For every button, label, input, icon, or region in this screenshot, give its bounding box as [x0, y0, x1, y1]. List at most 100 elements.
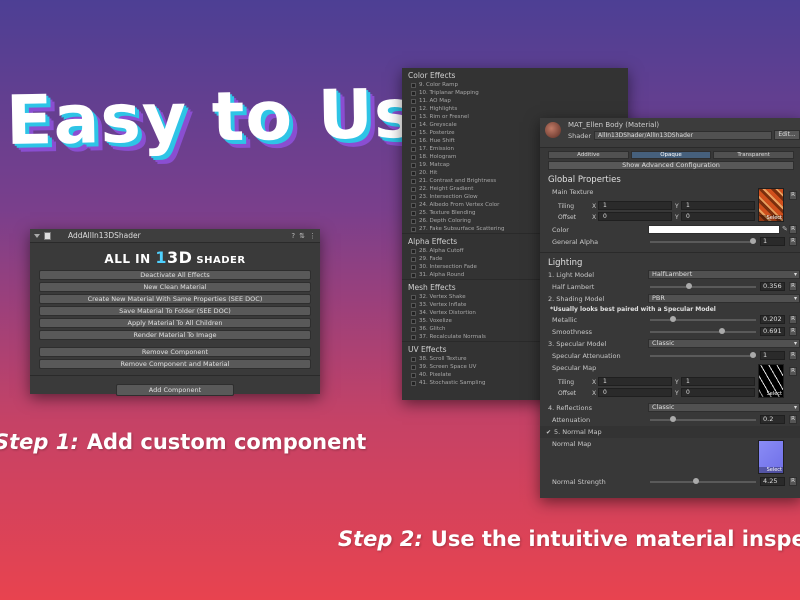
effect-checkbox[interactable] — [411, 162, 416, 168]
edit-shader-button[interactable]: Edit... — [774, 130, 800, 140]
remove-component-and-material-button[interactable]: Remove Component and Material — [39, 359, 311, 369]
light-model-dropdown[interactable]: HalfLambert — [648, 270, 800, 279]
reflections-dropdown[interactable]: Classic — [648, 403, 800, 412]
help-icon[interactable]: ? — [291, 232, 295, 240]
remove-component-button[interactable]: Remove Component — [39, 347, 311, 357]
effect-checkbox[interactable] — [411, 248, 416, 254]
effect-checkbox[interactable] — [411, 186, 416, 192]
main-texture-reset-button[interactable]: R — [789, 191, 797, 200]
general-alpha-slider[interactable] — [650, 238, 756, 244]
color-effects-heading[interactable]: Color Effects — [402, 68, 628, 81]
slider-knob[interactable] — [750, 352, 756, 358]
spec-tiling-y-field[interactable]: 1 — [681, 377, 755, 386]
specular-attenuation-slider[interactable] — [650, 352, 756, 358]
preset-icon[interactable]: ⇅ — [299, 232, 305, 240]
slider-knob[interactable] — [670, 416, 676, 422]
effect-checkbox[interactable] — [411, 256, 416, 262]
effect-checkbox[interactable] — [411, 210, 416, 216]
apply-material-to-all-children-button[interactable]: Apply Material To All Children — [39, 318, 311, 328]
effect-item[interactable]: 11. AO Map — [402, 97, 628, 105]
foldout-arrow-icon[interactable] — [34, 233, 40, 238]
general-alpha-field[interactable]: 1 — [760, 237, 785, 246]
effect-checkbox[interactable] — [411, 294, 416, 300]
metallic-field[interactable]: 0.202 — [760, 315, 785, 324]
slider-knob[interactable] — [670, 316, 677, 322]
shading-model-dropdown[interactable]: PBR — [648, 294, 800, 303]
effect-checkbox[interactable] — [411, 318, 416, 324]
effect-checkbox[interactable] — [411, 138, 416, 144]
effect-checkbox[interactable] — [411, 326, 416, 332]
specular-attenuation-field[interactable]: 1 — [760, 351, 785, 360]
slider-knob[interactable] — [750, 238, 756, 244]
new-clean-material-button[interactable]: New Clean Material — [39, 282, 311, 292]
tiling-y-field[interactable]: 1 — [681, 201, 755, 210]
advanced-config-button[interactable]: Show Advanced Configuration — [548, 161, 794, 170]
effect-item[interactable]: 9. Color Ramp — [402, 81, 628, 89]
metallic-reset-button[interactable]: R — [789, 315, 797, 324]
normal-map-toggle[interactable]: 5. Normal Map — [546, 428, 602, 436]
render-material-to-image-button[interactable]: Render Material To Image — [39, 330, 311, 340]
effect-checkbox[interactable] — [411, 98, 416, 104]
specular-map-reset-button[interactable]: R — [789, 367, 797, 376]
slider-knob[interactable] — [719, 328, 726, 334]
spec-tiling-x-field[interactable]: 1 — [598, 377, 672, 386]
effect-checkbox[interactable] — [411, 130, 416, 136]
mode-transparent-button[interactable]: Transparent — [713, 151, 795, 159]
mode-additive-button[interactable]: Additive — [548, 151, 629, 159]
smoothness-slider[interactable] — [650, 328, 756, 334]
effect-checkbox[interactable] — [411, 82, 416, 88]
effect-checkbox[interactable] — [411, 90, 416, 96]
effect-checkbox[interactable] — [411, 170, 416, 176]
slider-knob[interactable] — [692, 478, 699, 484]
specular-model-dropdown[interactable]: Classic — [648, 339, 800, 348]
effect-checkbox[interactable] — [411, 364, 416, 370]
half-lambert-slider[interactable] — [650, 283, 756, 289]
normal-map-toggle-row[interactable]: 5. Normal Map — [540, 426, 800, 438]
effect-checkbox[interactable] — [411, 264, 416, 270]
effect-checkbox[interactable] — [411, 146, 416, 152]
deactivate-all-effects-button[interactable]: Deactivate All Effects — [39, 270, 311, 280]
effect-checkbox[interactable] — [411, 226, 416, 232]
smoothness-field[interactable]: 0.691 — [760, 327, 785, 336]
effect-checkbox[interactable] — [411, 372, 416, 378]
attenuation-reset-button[interactable]: R — [789, 415, 797, 424]
effect-checkbox[interactable] — [411, 154, 416, 160]
effect-item[interactable]: 10. Triplanar Mapping — [402, 89, 628, 97]
add-component-button[interactable]: Add Component — [116, 384, 234, 396]
effect-checkbox[interactable] — [411, 310, 416, 316]
smoothness-reset-button[interactable]: R — [789, 327, 797, 336]
normal-strength-slider[interactable] — [650, 478, 756, 484]
effect-checkbox[interactable] — [411, 302, 416, 308]
effect-checkbox[interactable] — [411, 380, 416, 386]
normal-strength-field[interactable]: 4.25 — [760, 477, 785, 486]
effect-checkbox[interactable] — [411, 122, 416, 128]
tiling-x-field[interactable]: 1 — [598, 201, 672, 210]
effect-checkbox[interactable] — [411, 194, 416, 200]
normal-strength-reset-button[interactable]: R — [789, 477, 797, 486]
offset-y-field[interactable]: 0 — [681, 212, 755, 221]
effect-checkbox[interactable] — [411, 272, 416, 278]
color-field[interactable] — [648, 225, 780, 234]
half-lambert-reset-button[interactable]: R — [789, 282, 797, 291]
half-lambert-field[interactable]: 0.356 — [760, 282, 785, 291]
effect-item[interactable]: 12. Highlights — [402, 105, 628, 113]
spec-offset-x-field[interactable]: 0 — [598, 388, 672, 397]
metallic-slider[interactable] — [650, 316, 756, 322]
attenuation-field[interactable]: 0.2 — [760, 415, 785, 424]
effect-checkbox[interactable] — [411, 334, 416, 340]
effect-checkbox[interactable] — [411, 106, 416, 112]
specular-map-slot[interactable]: Select — [758, 364, 784, 398]
effect-checkbox[interactable] — [411, 114, 416, 120]
effect-checkbox[interactable] — [411, 218, 416, 224]
specular-attenuation-reset-button[interactable]: R — [789, 351, 797, 360]
effect-checkbox[interactable] — [411, 202, 416, 208]
attenuation-slider[interactable] — [650, 416, 756, 422]
mode-opaque-button[interactable]: Opaque — [630, 151, 712, 159]
effect-checkbox[interactable] — [411, 178, 416, 184]
main-texture-slot[interactable]: Select — [758, 188, 784, 222]
eyedropper-icon[interactable]: ✎ — [782, 225, 788, 233]
menu-icon[interactable]: ⋮ — [309, 232, 316, 240]
spec-offset-y-field[interactable]: 0 — [681, 388, 755, 397]
normal-map-slot[interactable]: Select — [758, 440, 784, 474]
shader-dropdown[interactable]: AllIn13DShader/AllIn13DShader — [594, 131, 772, 140]
